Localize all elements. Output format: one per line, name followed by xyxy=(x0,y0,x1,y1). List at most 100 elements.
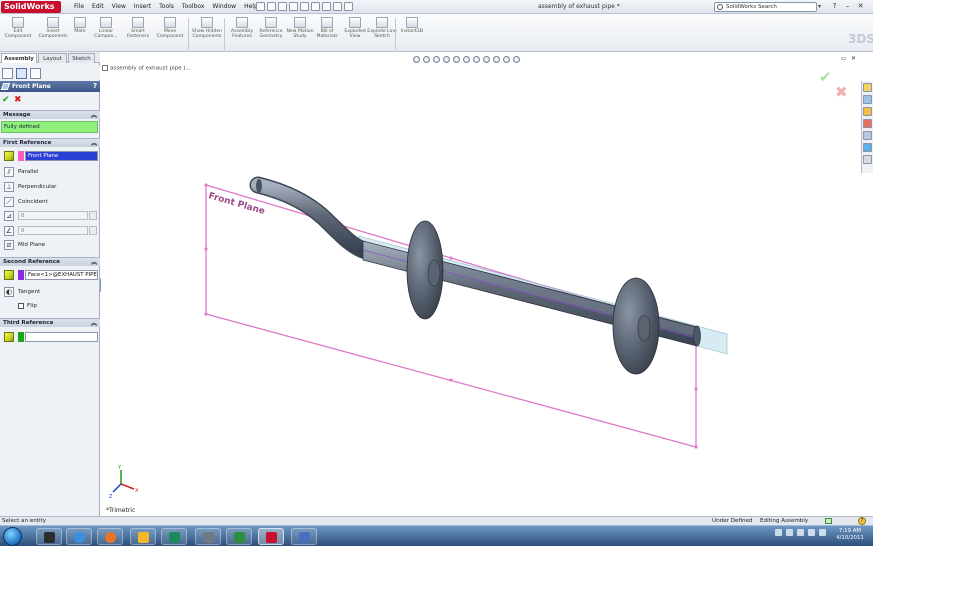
property-manager-tab-icon[interactable] xyxy=(16,68,27,79)
explode-line-sketch-button[interactable]: Explode Line Sketch xyxy=(366,16,398,50)
rebuild-icon[interactable] xyxy=(333,2,342,11)
third-reference-header[interactable]: Third Reference ︽ xyxy=(0,318,100,327)
select-icon[interactable] xyxy=(322,2,331,11)
first-reference-header[interactable]: First Reference ︽ xyxy=(0,138,100,147)
flange-rear[interactable] xyxy=(612,277,660,375)
perpendicular-option[interactable]: ⊥ Perpendicular xyxy=(3,181,98,193)
help-icon[interactable]: ? xyxy=(93,81,97,92)
pipe-inlet-end[interactable] xyxy=(256,179,262,193)
search-results-icon[interactable] xyxy=(863,119,872,128)
menu-window[interactable]: Window xyxy=(208,0,240,14)
distance-input[interactable]: 0 xyxy=(18,211,88,220)
menu-tools[interactable]: Tools xyxy=(155,0,178,14)
edit-component-button[interactable]: Edit Component xyxy=(2,16,34,50)
plane-handle[interactable] xyxy=(449,378,453,382)
taskbar-app-ie[interactable] xyxy=(66,528,92,545)
first-reference-field[interactable]: Front Plane xyxy=(25,151,98,161)
tray-arrow-icon[interactable] xyxy=(775,529,782,536)
tray-volume-icon[interactable] xyxy=(819,529,826,536)
solidworks-logo[interactable]: SolidWorks xyxy=(1,1,61,13)
redo-icon[interactable] xyxy=(311,2,320,11)
tray-flag-icon[interactable] xyxy=(797,529,804,536)
parallel-option[interactable]: ⫽ Parallel xyxy=(3,166,98,178)
file-explorer-icon[interactable] xyxy=(863,107,872,116)
angle-spinner[interactable] xyxy=(89,226,97,235)
taskbar-app-cmd[interactable] xyxy=(36,528,62,545)
design-library-icon[interactable] xyxy=(863,95,872,104)
taskbar-app-viewer[interactable] xyxy=(291,528,317,545)
flip-checkbox[interactable] xyxy=(18,303,24,309)
tangent-option[interactable]: ◐ Tangent xyxy=(3,286,98,298)
start-button[interactable] xyxy=(3,527,22,546)
system-clock[interactable]: 7:19 AM 4/10/2011 xyxy=(832,528,868,542)
second-reference-header[interactable]: Second Reference ︽ xyxy=(0,257,100,266)
plane-handle[interactable] xyxy=(204,247,208,251)
pipe-outlet-end[interactable] xyxy=(693,325,701,347)
undo-icon[interactable] xyxy=(300,2,309,11)
move-component-button[interactable]: Move Component xyxy=(154,16,186,50)
linear-component-pattern-button[interactable]: Linear Compon... xyxy=(90,16,122,50)
collapse-chevron-icon[interactable]: ︽ xyxy=(91,111,97,120)
third-reference-field[interactable] xyxy=(25,332,98,342)
tab-layout[interactable]: Layout xyxy=(38,53,67,63)
mid-plane-option[interactable]: ⧄ Mid Plane xyxy=(3,239,98,251)
tab-assembly[interactable]: Assembly xyxy=(1,53,37,63)
configuration-manager-tab-icon[interactable] xyxy=(30,68,41,79)
menu-file[interactable]: File xyxy=(70,0,88,14)
search-dropdown-icon[interactable]: ▾ xyxy=(818,2,826,12)
plane-handle[interactable] xyxy=(694,445,698,449)
reference-geometry-button[interactable]: Reference Geometry xyxy=(255,16,287,50)
menu-insert[interactable]: Insert xyxy=(130,0,155,14)
collapse-chevron-icon[interactable]: ︽ xyxy=(91,258,97,267)
plane-handle[interactable] xyxy=(694,387,698,391)
distance-icon[interactable]: ⊿ xyxy=(4,211,14,221)
taskbar-app-publisher[interactable] xyxy=(161,528,187,545)
minimize-button[interactable]: – xyxy=(843,1,852,12)
menu-view[interactable]: View xyxy=(108,0,130,14)
tray-monitor-icon[interactable] xyxy=(808,529,815,536)
smart-fasteners-button[interactable]: Smart Fasteners xyxy=(122,16,154,50)
graphics-area[interactable]: assembly of exhaust pipe (... ▭ ✕ ✔ ✖ Fr… xyxy=(101,52,861,516)
resources-icon[interactable] xyxy=(863,83,872,92)
angle-icon[interactable]: ∠ xyxy=(4,226,14,236)
plane-handle[interactable] xyxy=(449,256,453,260)
taskbar-app-printer[interactable] xyxy=(195,528,221,545)
angle-input[interactable]: 0 xyxy=(18,226,88,235)
appearances-icon[interactable] xyxy=(863,143,872,152)
instant3d-button[interactable]: Instant3D xyxy=(396,16,428,50)
new-document-icon[interactable] xyxy=(256,2,265,11)
tray-network-icon[interactable] xyxy=(786,529,793,536)
tab-sketch[interactable]: Sketch xyxy=(68,53,95,63)
show-hidden-components-button[interactable]: Show Hidden Components xyxy=(191,16,223,50)
taskbar-app-firefox[interactable] xyxy=(97,528,123,545)
save-icon[interactable] xyxy=(278,2,287,11)
menu-toolbox[interactable]: Toolbox xyxy=(178,0,209,14)
rebuild-status-icon[interactable] xyxy=(825,518,832,524)
distance-spinner[interactable] xyxy=(89,211,97,220)
options-icon[interactable] xyxy=(344,2,353,11)
taskbar-app-excel[interactable] xyxy=(226,528,252,545)
collapse-chevron-icon[interactable]: ︽ xyxy=(91,139,97,148)
view-palette-icon[interactable] xyxy=(863,131,872,140)
flip-option[interactable]: Flip xyxy=(3,300,98,312)
feature-manager-tab-icon[interactable] xyxy=(2,68,13,79)
ok-checkmark-icon[interactable]: ✔ xyxy=(2,95,10,105)
collapse-chevron-icon[interactable]: ︽ xyxy=(91,319,97,328)
plane-handle[interactable] xyxy=(204,312,208,316)
custom-properties-icon[interactable] xyxy=(863,155,872,164)
second-reference-field[interactable]: Face<1>@EXHAUST PIPE xyxy=(25,270,98,280)
message-group-header[interactable]: Message ︽ xyxy=(0,110,100,119)
print-icon[interactable] xyxy=(289,2,298,11)
search-input[interactable]: SolidWorks Search xyxy=(714,2,817,12)
help-button[interactable]: ? xyxy=(830,1,839,12)
help-icon[interactable]: ? xyxy=(858,517,866,525)
cancel-x-icon[interactable]: ✖ xyxy=(14,95,22,105)
taskbar-app-solidworks[interactable] xyxy=(258,528,284,545)
coincident-option[interactable]: ⟋ Coincident xyxy=(3,196,98,208)
plane-handle[interactable] xyxy=(204,183,208,187)
close-button[interactable]: ✕ xyxy=(856,1,865,12)
taskbar-app-outlook[interactable] xyxy=(130,528,156,545)
assembly-features-button[interactable]: Assembly Features xyxy=(226,16,258,50)
menu-edit[interactable]: Edit xyxy=(88,0,108,14)
open-icon[interactable] xyxy=(267,2,276,11)
